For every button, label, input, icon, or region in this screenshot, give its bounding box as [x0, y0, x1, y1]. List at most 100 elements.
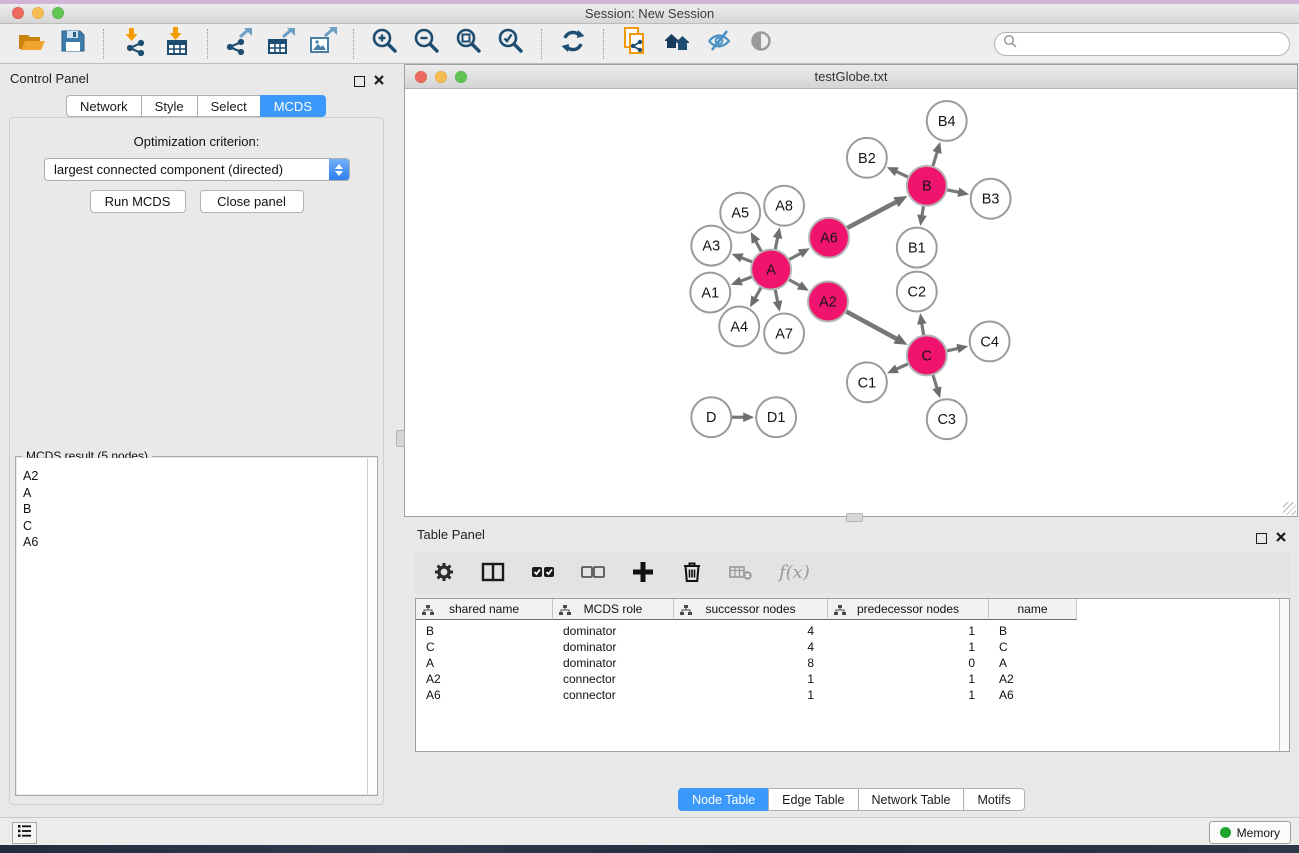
column-header-shared-name[interactable]: shared name	[416, 599, 553, 620]
node-C2[interactable]: C2	[897, 272, 937, 312]
network-canvas[interactable]: AA1A2A3A4A5A6A7A8BB1B2B3B4CC1C2C3C4DD1	[405, 89, 1297, 516]
table-tab-network-table[interactable]: Network Table	[858, 788, 965, 811]
edge-A6-B[interactable]	[846, 196, 908, 229]
vertical-splitter-handle[interactable]	[396, 430, 405, 447]
result-list-scrollbar[interactable]	[367, 458, 377, 794]
save-session-button[interactable]	[52, 27, 94, 61]
zoom-fit-button[interactable]	[448, 27, 490, 61]
table-cell[interactable]: A2	[416, 671, 553, 687]
open-session-button[interactable]	[10, 27, 52, 61]
table-row[interactable]: A2connector11A2	[416, 671, 1289, 687]
node-B4[interactable]: B4	[927, 101, 967, 141]
search-field[interactable]	[994, 32, 1290, 56]
table-cell[interactable]: B	[416, 623, 553, 639]
table-cell[interactable]: 0	[828, 655, 989, 671]
delete-column-button[interactable]	[681, 560, 703, 584]
edge-A2-C[interactable]	[845, 311, 908, 345]
table-cell[interactable]: B	[989, 623, 1077, 639]
column-header-predecessor-nodes[interactable]: predecessor nodes	[828, 599, 989, 620]
import-table-button[interactable]	[156, 27, 198, 61]
export-network-button[interactable]	[218, 27, 260, 61]
criterion-dropdown[interactable]: largest connected component (directed)	[44, 158, 350, 181]
select-all-button[interactable]	[531, 561, 555, 583]
table-cell[interactable]: A6	[416, 687, 553, 703]
zoom-in-button[interactable]	[364, 27, 406, 61]
node-A5[interactable]: A5	[720, 193, 760, 233]
result-item-a[interactable]: A	[23, 485, 367, 502]
table-cell[interactable]: 4	[674, 639, 828, 655]
table-cell[interactable]: 1	[828, 671, 989, 687]
table-row[interactable]: A6connector11A6	[416, 687, 1289, 703]
edge-A-A1[interactable]	[731, 276, 754, 285]
table-row[interactable]: Adominator80A	[416, 655, 1289, 671]
network-window-titlebar[interactable]: testGlobe.txt	[405, 65, 1297, 89]
node-A6[interactable]: A6	[809, 218, 849, 258]
node-A1[interactable]: A1	[690, 273, 730, 313]
table-tab-node-table[interactable]: Node Table	[678, 788, 769, 811]
table-cell[interactable]: 1	[674, 671, 828, 687]
table-tab-edge-table[interactable]: Edge Table	[768, 788, 858, 811]
memory-button[interactable]: Memory	[1209, 821, 1291, 844]
home-button[interactable]	[656, 27, 698, 61]
table-cell[interactable]: A2	[989, 671, 1077, 687]
column-header-successor-nodes[interactable]: successor nodes	[674, 599, 828, 620]
export-image-button[interactable]	[302, 27, 344, 61]
float-panel-icon[interactable]	[354, 76, 365, 87]
import-network-button[interactable]	[114, 27, 156, 61]
deselect-all-button[interactable]	[581, 561, 605, 583]
zoom-selected-button[interactable]	[490, 27, 532, 61]
refresh-button[interactable]	[552, 27, 594, 61]
tab-network[interactable]: Network	[66, 95, 142, 117]
table-cell[interactable]: C	[989, 639, 1077, 655]
edge-C-C1[interactable]	[887, 363, 910, 373]
hide-eye-button[interactable]	[698, 27, 740, 61]
node-A7[interactable]: A7	[764, 313, 804, 353]
node-A4[interactable]: A4	[719, 306, 759, 346]
table-scrollbar[interactable]	[1279, 599, 1289, 751]
node-B3[interactable]: B3	[971, 179, 1011, 219]
close-panel-button[interactable]: Close panel	[200, 190, 304, 213]
table-cell[interactable]: connector	[553, 687, 674, 703]
node-D1[interactable]: D1	[756, 397, 796, 437]
node-C4[interactable]: C4	[970, 321, 1010, 361]
close-panel-icon[interactable]	[374, 72, 384, 90]
table-cell[interactable]: 1	[828, 623, 989, 639]
table-cell[interactable]: connector	[553, 671, 674, 687]
tab-style[interactable]: Style	[141, 95, 198, 117]
run-mcds-button[interactable]: Run MCDS	[90, 190, 186, 213]
table-cell[interactable]: A	[416, 655, 553, 671]
node-A3[interactable]: A3	[691, 226, 731, 266]
table-row[interactable]: Bdominator41B	[416, 623, 1289, 639]
zoom-out-button[interactable]	[406, 27, 448, 61]
node-A2[interactable]: A2	[808, 282, 848, 322]
edge-B-B1[interactable]	[917, 205, 926, 226]
node-B2[interactable]: B2	[847, 138, 887, 178]
node-C[interactable]: C	[907, 335, 947, 375]
contrast-button[interactable]	[740, 27, 782, 61]
clone-network-button[interactable]	[614, 27, 656, 61]
tab-select[interactable]: Select	[197, 95, 261, 117]
edge-A-A6[interactable]	[788, 248, 810, 260]
result-item-a6[interactable]: A6	[23, 534, 367, 551]
table-cell[interactable]: dominator	[553, 655, 674, 671]
add-column-button[interactable]	[631, 560, 655, 584]
column-header-name[interactable]: name	[989, 599, 1077, 620]
result-item-c[interactable]: C	[23, 518, 367, 535]
float-table-panel-icon[interactable]	[1256, 533, 1267, 544]
edge-B-B2[interactable]	[887, 167, 910, 178]
edge-A-A7[interactable]	[773, 288, 782, 312]
close-table-panel-icon[interactable]	[1276, 529, 1286, 547]
node-D[interactable]: D	[691, 397, 731, 437]
table-cell[interactable]: A6	[989, 687, 1077, 703]
edge-C-C3[interactable]	[932, 373, 941, 398]
node-A[interactable]: A	[751, 250, 791, 290]
edge-A-A4[interactable]	[750, 286, 762, 307]
edge-C-C4[interactable]	[945, 344, 968, 353]
result-item-b[interactable]: B	[23, 501, 367, 518]
table-row[interactable]: Cdominator41C	[416, 639, 1289, 655]
table-cell[interactable]: A	[989, 655, 1077, 671]
edge-B-B4[interactable]	[932, 142, 941, 168]
export-table-button[interactable]	[260, 27, 302, 61]
table-cell[interactable]: dominator	[553, 623, 674, 639]
table-cell[interactable]: dominator	[553, 639, 674, 655]
